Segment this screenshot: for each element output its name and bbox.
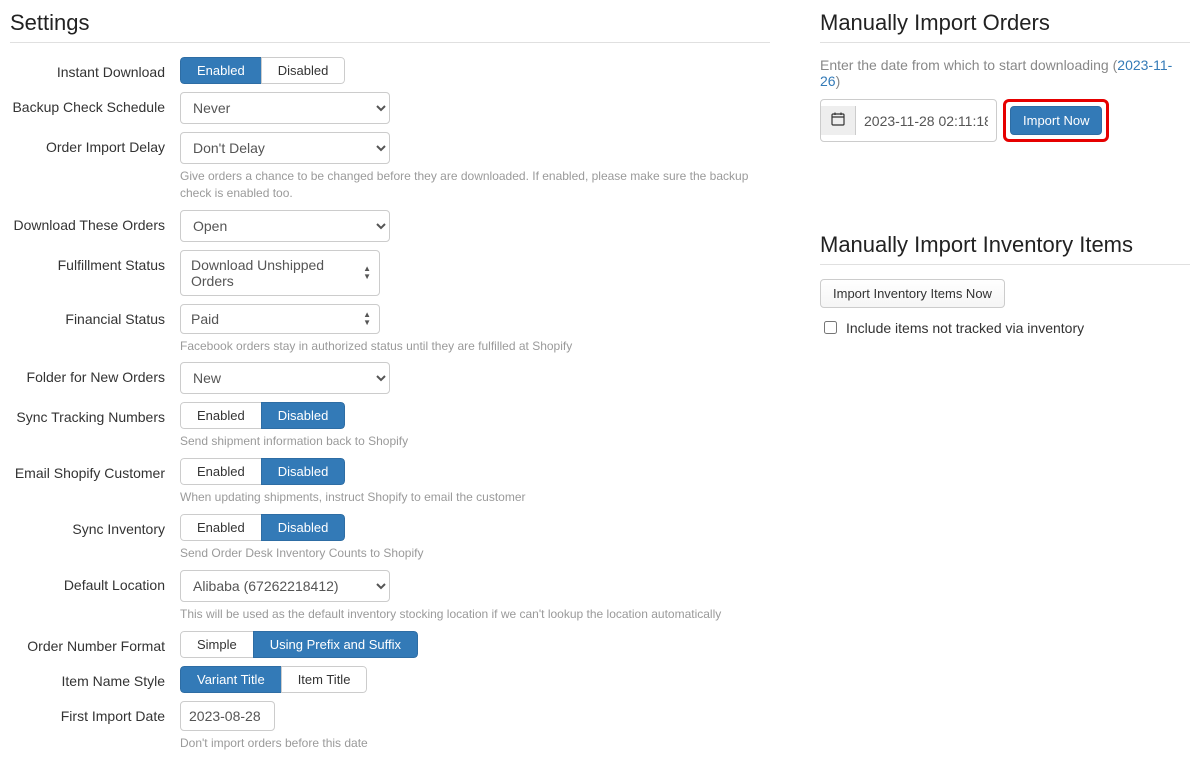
- row-order-import-delay: Order Import Delay Don't Delay Give orde…: [10, 132, 770, 202]
- toggle-sync-inventory: Enabled Disabled: [180, 514, 345, 541]
- label-sync-inventory: Sync Inventory: [10, 514, 180, 537]
- sort-caret-icon: [363, 265, 371, 281]
- import-inventory-button[interactable]: Import Inventory Items Now: [820, 279, 1005, 308]
- instant-download-disabled[interactable]: Disabled: [261, 57, 346, 84]
- order-number-simple[interactable]: Simple: [180, 631, 254, 658]
- label-folder-new: Folder for New Orders: [10, 362, 180, 385]
- select-financial-status[interactable]: Paid: [180, 304, 380, 334]
- sync-inventory-enabled[interactable]: Enabled: [180, 514, 262, 541]
- label-financial-status: Financial Status: [10, 304, 180, 327]
- row-financial-status: Financial Status Paid Facebook orders st…: [10, 304, 770, 355]
- import-orders-help: Enter the date from which to start downl…: [820, 57, 1190, 89]
- sync-inventory-disabled[interactable]: Disabled: [261, 514, 346, 541]
- divider: [820, 264, 1190, 265]
- help-default-location: This will be used as the default invento…: [180, 606, 770, 623]
- input-first-import-date[interactable]: [180, 701, 275, 731]
- help-email-shopify: When updating shipments, instruct Shopif…: [180, 489, 770, 506]
- toggle-email-shopify: Enabled Disabled: [180, 458, 345, 485]
- label-item-name-style: Item Name Style: [10, 666, 180, 689]
- item-name-item-title[interactable]: Item Title: [281, 666, 368, 693]
- highlight-box: Import Now: [1003, 99, 1109, 142]
- label-first-import-date: First Import Date: [10, 701, 180, 724]
- select-default-location[interactable]: Alibaba (67262218412): [180, 570, 390, 602]
- select-order-import-delay[interactable]: Don't Delay: [180, 132, 390, 164]
- include-items-checkbox[interactable]: [824, 321, 837, 334]
- row-backup-check: Backup Check Schedule Never: [10, 92, 770, 124]
- import-now-button[interactable]: Import Now: [1010, 106, 1102, 135]
- instant-download-enabled[interactable]: Enabled: [180, 57, 262, 84]
- label-download-these: Download These Orders: [10, 210, 180, 233]
- select-folder-new[interactable]: New: [180, 362, 390, 394]
- select-download-these[interactable]: Open: [180, 210, 390, 242]
- toggle-item-name-style: Variant Title Item Title: [180, 666, 367, 693]
- row-default-location: Default Location Alibaba (67262218412) T…: [10, 570, 770, 623]
- import-orders-help-pre: Enter the date from which to start downl…: [820, 57, 1117, 73]
- settings-title: Settings: [10, 10, 770, 36]
- row-order-number-format: Order Number Format Simple Using Prefix …: [10, 631, 770, 658]
- import-datetime-input[interactable]: [856, 107, 996, 135]
- select-backup-check[interactable]: Never: [180, 92, 390, 124]
- label-instant-download: Instant Download: [10, 57, 180, 80]
- row-folder-new: Folder for New Orders New: [10, 362, 770, 394]
- label-backup-check: Backup Check Schedule: [10, 92, 180, 115]
- sync-tracking-disabled[interactable]: Disabled: [261, 402, 346, 429]
- row-fulfillment-status: Fulfillment Status Download Unshipped Or…: [10, 250, 770, 296]
- label-sync-tracking: Sync Tracking Numbers: [10, 402, 180, 425]
- select-fulfillment-status[interactable]: Download Unshipped Orders: [180, 250, 380, 296]
- import-orders-title: Manually Import Orders: [820, 10, 1190, 36]
- financial-status-value: Paid: [191, 311, 219, 327]
- help-order-import-delay: Give orders a chance to be changed befor…: [180, 168, 770, 202]
- row-download-these: Download These Orders Open: [10, 210, 770, 242]
- label-default-location: Default Location: [10, 570, 180, 593]
- sync-tracking-enabled[interactable]: Enabled: [180, 402, 262, 429]
- order-number-prefix-suffix[interactable]: Using Prefix and Suffix: [253, 631, 418, 658]
- label-order-import-delay: Order Import Delay: [10, 132, 180, 155]
- row-instant-download: Instant Download Enabled Disabled: [10, 57, 770, 84]
- divider: [820, 42, 1190, 43]
- row-sync-inventory: Sync Inventory Enabled Disabled Send Ord…: [10, 514, 770, 562]
- help-financial-status: Facebook orders stay in authorized statu…: [180, 338, 770, 355]
- include-items-label: Include items not tracked via inventory: [846, 320, 1084, 336]
- row-email-shopify: Email Shopify Customer Enabled Disabled …: [10, 458, 770, 506]
- calendar-icon: [821, 106, 856, 135]
- import-date-input-wrap: [820, 99, 997, 142]
- toggle-instant-download: Enabled Disabled: [180, 57, 345, 84]
- import-inventory-title: Manually Import Inventory Items: [820, 232, 1190, 258]
- help-sync-tracking: Send shipment information back to Shopif…: [180, 433, 770, 450]
- item-name-variant-title[interactable]: Variant Title: [180, 666, 282, 693]
- help-first-import-date: Don't import orders before this date: [180, 735, 770, 752]
- label-fulfillment-status: Fulfillment Status: [10, 250, 180, 273]
- label-order-number-format: Order Number Format: [10, 631, 180, 654]
- divider: [10, 42, 770, 43]
- import-date-group: Import Now: [820, 99, 1190, 142]
- email-shopify-enabled[interactable]: Enabled: [180, 458, 262, 485]
- import-orders-help-post: ): [836, 73, 841, 89]
- toggle-sync-tracking: Enabled Disabled: [180, 402, 345, 429]
- fulfillment-status-value: Download Unshipped Orders: [191, 257, 324, 289]
- row-item-name-style: Item Name Style Variant Title Item Title: [10, 666, 770, 693]
- row-sync-tracking: Sync Tracking Numbers Enabled Disabled S…: [10, 402, 770, 450]
- label-email-shopify: Email Shopify Customer: [10, 458, 180, 481]
- help-sync-inventory: Send Order Desk Inventory Counts to Shop…: [180, 545, 770, 562]
- email-shopify-disabled[interactable]: Disabled: [261, 458, 346, 485]
- toggle-order-number-format: Simple Using Prefix and Suffix: [180, 631, 418, 658]
- include-items-row: Include items not tracked via inventory: [820, 318, 1190, 337]
- sort-caret-icon: [363, 311, 371, 327]
